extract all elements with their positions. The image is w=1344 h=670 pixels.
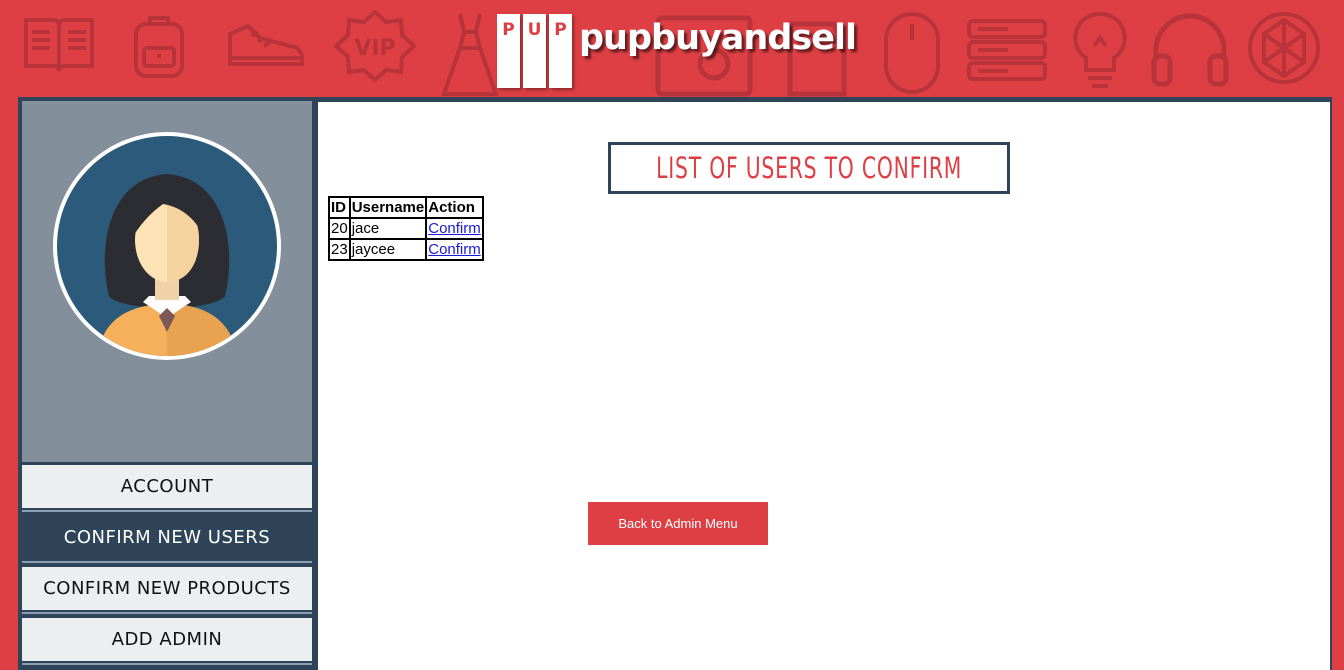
sidebar-item-add-admin[interactable]: ADD ADMIN: [22, 618, 312, 661]
sidebar-item-account[interactable]: ACCOUNT: [22, 465, 312, 508]
cell-username: jaycee: [349, 239, 427, 260]
nav-divider: [22, 612, 312, 614]
gem-icon: [1246, 10, 1322, 86]
page-title: LIST OF USERS TO CONFIRM: [655, 151, 963, 185]
content-area: LIST OF USERS TO CONFIRM ID Username Act…: [318, 102, 1330, 670]
page-title-box: LIST OF USERS TO CONFIRM: [608, 142, 1010, 194]
vip-badge-icon: VIP: [334, 10, 416, 82]
table-row: 20 jace Confirm: [329, 218, 483, 239]
backpack-icon: [128, 10, 190, 80]
avatar: [53, 132, 281, 360]
svg-text:VIP: VIP: [354, 36, 395, 61]
table-header-row: ID Username Action: [329, 197, 483, 218]
cell-action: Confirm: [426, 239, 483, 260]
mouse-icon: [882, 10, 942, 96]
column-header-username: Username: [349, 197, 427, 218]
sidebar-item-confirm-new-products[interactable]: CONFIRM NEW PRODUCTS: [22, 567, 312, 610]
sneaker-icon: [226, 10, 308, 76]
main-panel: LIST OF USERS TO CONFIRM ID Username Act…: [316, 97, 1332, 670]
sidebar-item-confirm-new-users[interactable]: CONFIRM NEW USERS: [22, 516, 312, 559]
nav-divider: [22, 510, 312, 512]
cell-username: jace: [349, 218, 427, 239]
cell-action: Confirm: [426, 218, 483, 239]
profile-panel: [22, 101, 312, 462]
confirm-user-link[interactable]: Confirm: [428, 220, 481, 237]
logo-letter: P: [549, 14, 572, 88]
server-icon: [966, 18, 1048, 82]
sidebar: ACCOUNT CONFIRM NEW USERS CONFIRM NEW PR…: [18, 97, 316, 670]
cell-id: 20: [329, 218, 350, 239]
site-header: VIP P U P pupbuyandsell: [0, 0, 1344, 98]
confirm-user-link[interactable]: Confirm: [428, 241, 481, 258]
column-header-action: Action: [426, 197, 483, 218]
headphones-icon: [1150, 10, 1230, 90]
logo-wordmark: pupbuyandsell: [579, 18, 857, 58]
lightbulb-icon: [1070, 10, 1130, 94]
logo-letter: U: [523, 14, 546, 88]
column-header-id: ID: [329, 197, 350, 218]
logo-letter: P: [497, 14, 520, 88]
cell-id: 23: [329, 239, 350, 260]
book-icon: [22, 10, 96, 76]
users-table: ID Username Action 20 jace Confirm 23 ja…: [328, 196, 484, 261]
user-avatar-icon: [57, 136, 277, 356]
back-to-admin-menu-button[interactable]: Back to Admin Menu: [588, 502, 768, 545]
dress-icon: [440, 10, 500, 98]
nav-divider: [22, 561, 312, 563]
table-row: 23 jaycee Confirm: [329, 239, 483, 260]
nav-divider: [22, 663, 312, 665]
